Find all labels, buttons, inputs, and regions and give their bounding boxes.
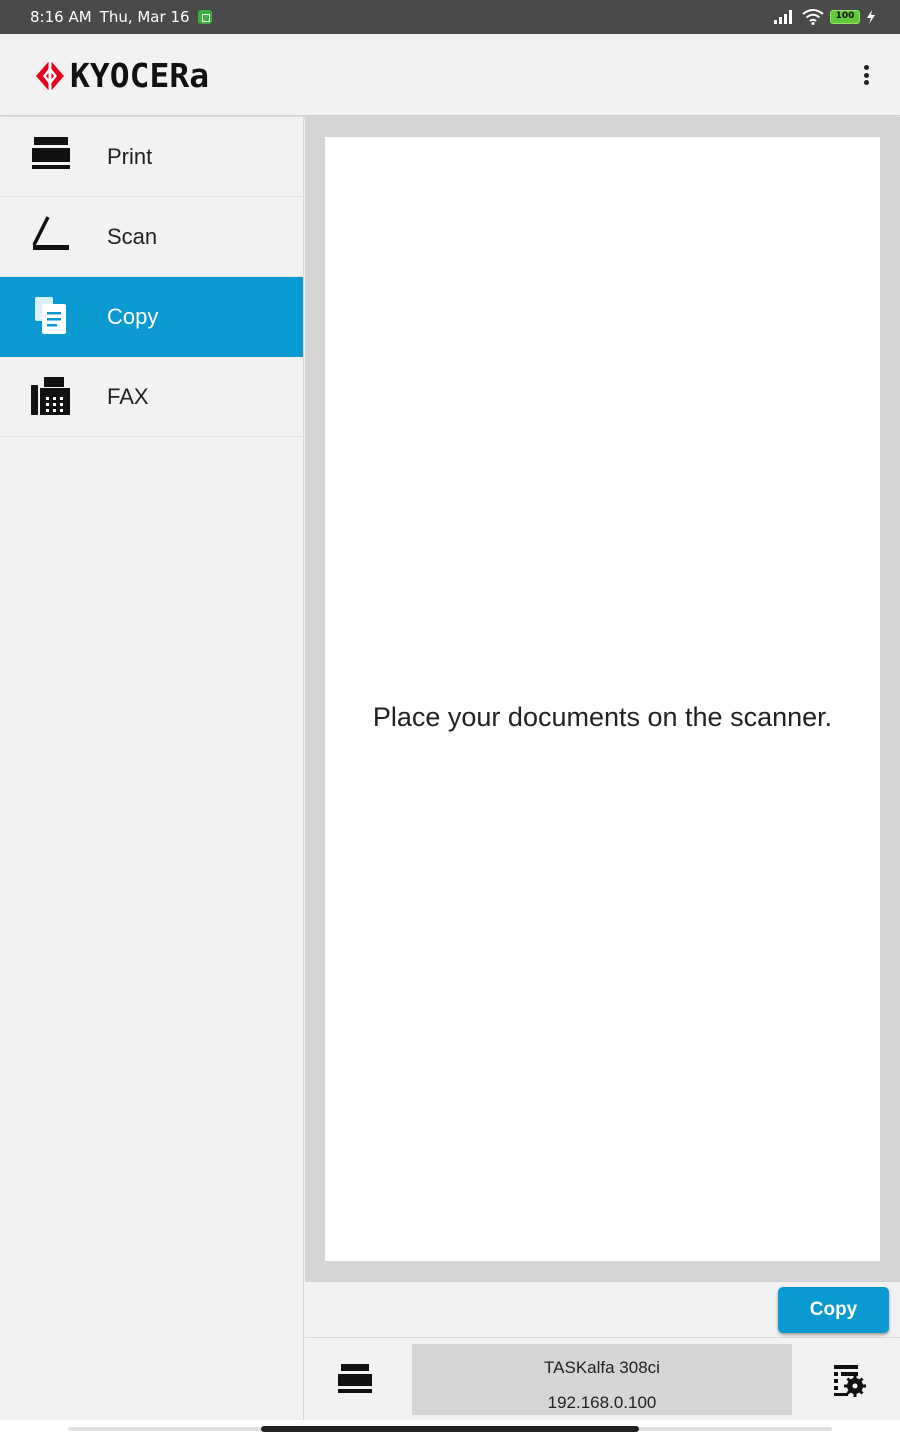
status-time: 8:16 AM: [30, 8, 92, 26]
status-right: 100: [774, 9, 876, 25]
sidebar-item-fax[interactable]: FAX: [0, 357, 303, 437]
logo-text: KYOCERa: [70, 56, 210, 95]
main-content: Place your documents on the scanner.: [305, 117, 900, 1282]
sidebar-item-label: Scan: [107, 223, 158, 249]
overflow-menu-button[interactable]: [856, 62, 876, 88]
charging-icon: [867, 10, 875, 24]
device-name: TASKalfa 308ci: [544, 1358, 660, 1377]
action-bar: Copy: [305, 1282, 900, 1338]
fax-icon: [31, 377, 70, 415]
scan-preview-area: Place your documents on the scanner.: [325, 137, 880, 1261]
status-left: 8:16 AM Thu, Mar 16: [30, 8, 212, 26]
preview-message: Place your documents on the scanner.: [372, 702, 833, 732]
kyocera-logo: KYOCERa: [34, 56, 209, 95]
printer-icon: [32, 137, 70, 169]
device-settings-icon[interactable]: [832, 1363, 866, 1397]
status-date: Thu, Mar 16: [99, 8, 190, 26]
notification-icon: [197, 10, 212, 24]
copy-icon: [35, 297, 66, 334]
battery-icon: 100: [830, 10, 860, 24]
device-bar: TASKalfa 308ci 192.168.0.100: [305, 1339, 900, 1420]
printer-device-icon[interactable]: [337, 1363, 373, 1397]
sidebar-item-copy[interactable]: Copy: [0, 277, 303, 357]
sidebar-item-scan[interactable]: Scan: [0, 197, 303, 277]
status-bar: 8:16 AM Thu, Mar 16 100: [0, 0, 900, 34]
signal-icon: [774, 10, 792, 24]
app-bar: KYOCERa: [0, 34, 900, 116]
more-vert-icon: [863, 65, 869, 70]
device-selector[interactable]: TASKalfa 308ci 192.168.0.100: [412, 1344, 792, 1415]
system-nav-bar: [0, 1420, 900, 1440]
sidebar-item-print[interactable]: Print: [0, 117, 303, 197]
sidebar-item-label: Copy: [107, 303, 159, 329]
wifi-icon: [802, 9, 824, 25]
home-gesture-handle[interactable]: [261, 1426, 639, 1432]
sidebar-item-label: Print: [107, 143, 153, 169]
kyocera-logo-icon: [36, 59, 64, 92]
device-ip: 192.168.0.100: [547, 1393, 657, 1412]
sidebar-item-label: FAX: [107, 383, 149, 409]
scanner-icon: [32, 216, 69, 250]
sidebar: Print Scan Copy FAX: [0, 117, 304, 1420]
copy-button[interactable]: Copy: [778, 1287, 889, 1333]
